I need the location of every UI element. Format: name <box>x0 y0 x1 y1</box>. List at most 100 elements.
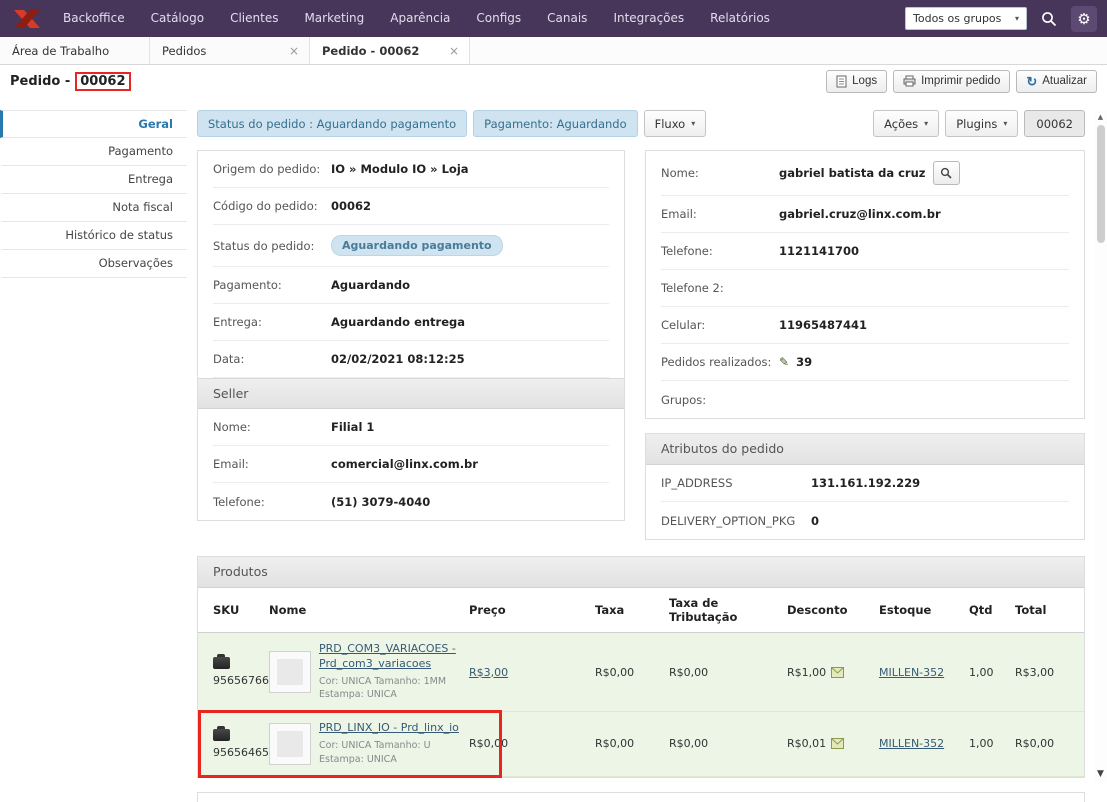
group-select-value: Todos os grupos <box>913 12 1001 25</box>
group-select[interactable]: Todos os grupos ▾ <box>905 7 1027 30</box>
scroll-down-icon[interactable]: ▼ <box>1097 769 1104 779</box>
products-section-header: Produtos <box>198 557 1084 588</box>
nav-item-marketing[interactable]: Marketing <box>291 0 377 37</box>
product-tax-trib: R$0,00 <box>669 666 787 679</box>
tab-label: Pedido - 00062 <box>322 44 419 58</box>
products-table-header: SKU Nome Preço Taxa Taxa de Tributação D… <box>198 588 1084 633</box>
close-icon[interactable]: × <box>449 44 459 58</box>
nav-item-clientes[interactable]: Clientes <box>217 0 291 37</box>
scroll-up-icon[interactable]: ▲ <box>1098 113 1103 121</box>
linx-logo-icon[interactable] <box>10 8 50 30</box>
field-origem-do-pedido: Origem do pedido: IO » Modulo IO » Loja <box>213 151 609 188</box>
nav-item-aparencia[interactable]: Aparência <box>377 0 463 37</box>
col-header-taxa: Taxa <box>595 603 669 617</box>
field-pagamento: Pagamento: Aguardando <box>213 267 609 304</box>
seller-section-header: Seller <box>198 378 624 409</box>
refresh-icon: ↻ <box>1026 75 1037 88</box>
nav-item-integracoes[interactable]: Integrações <box>600 0 697 37</box>
customer-search-button[interactable] <box>933 161 960 185</box>
product-total: R$3,00 <box>1015 666 1084 679</box>
field-seller-email: Email: comercial@linx.com.br <box>213 446 609 483</box>
product-box-icon <box>213 657 230 669</box>
tab-area-de-trabalho[interactable]: Área de Trabalho <box>0 37 150 64</box>
sidebar-item-observacoes[interactable]: Observações <box>0 250 187 278</box>
discount-tag-icon[interactable] <box>831 667 844 678</box>
product-sku: 95656465 <box>213 746 269 759</box>
product-name-link[interactable]: PRD_COM3_VARIACOES - Prd_com3_variacoes <box>319 642 461 672</box>
close-icon[interactable]: × <box>289 44 299 58</box>
nav-item-canais[interactable]: Canais <box>534 0 600 37</box>
field-pedidos-realizados: Pedidos realizados: ✎ 39 <box>661 344 1069 381</box>
plugins-dropdown-button[interactable]: Plugins ▾ <box>945 110 1018 137</box>
product-thumbnail <box>269 723 311 765</box>
top-navbar: Backoffice Catálogo Clientes Marketing A… <box>0 0 1107 37</box>
attributes-section-header: Atributos do pedido <box>646 434 1084 465</box>
product-discount: R$0,01 <box>787 737 826 750</box>
nav-item-configs[interactable]: Configs <box>463 0 534 37</box>
page-title-prefix: Pedido - <box>10 74 70 89</box>
product-stock-link[interactable]: MILLEN-352 <box>879 737 944 750</box>
product-name-link[interactable]: PRD_LINX_IO - Prd_linx_io <box>319 721 461 736</box>
payment-status-button[interactable]: Pagamento: Aguardando <box>473 110 637 137</box>
search-icon <box>940 167 952 179</box>
product-price-link[interactable]: R$3,00 <box>469 666 508 679</box>
print-order-button[interactable]: Imprimir pedido <box>893 70 1010 93</box>
field-cliente-email: Email: gabriel.cruz@linx.com.br <box>661 196 1069 233</box>
col-header-nome: Nome <box>269 603 469 617</box>
nav-item-relatorios[interactable]: Relatórios <box>697 0 783 37</box>
product-variant: Cor: UNICA Tamanho: 1MM Estampa: UNICA <box>319 675 461 703</box>
product-discount: R$1,00 <box>787 666 826 679</box>
field-ip-address: IP_ADDRESS 131.161.192.229 <box>661 465 1069 502</box>
refresh-button[interactable]: ↻ Atualizar <box>1016 70 1097 93</box>
tab-label: Pedidos <box>162 44 206 58</box>
product-qty: 1,00 <box>969 737 1015 750</box>
product-price: R$0,00 <box>469 737 595 750</box>
discount-tag-icon[interactable] <box>831 738 844 749</box>
fluxo-dropdown-button[interactable]: Fluxo ▾ <box>644 110 707 137</box>
product-variant: Cor: UNICA Tamanho: U Estampa: UNICA <box>319 739 461 767</box>
sidebar-item-entrega[interactable]: Entrega <box>0 166 187 194</box>
nav-item-backoffice[interactable]: Backoffice <box>50 0 138 37</box>
page-title: Pedido - 00062 <box>10 72 131 91</box>
products-panel: Produtos SKU Nome Preço Taxa Taxa de Tri… <box>197 556 1085 778</box>
acoes-dropdown-button[interactable]: Ações ▾ <box>873 110 939 137</box>
annotation-box-order-number: 00062 <box>75 72 130 91</box>
tab-pedidos[interactable]: Pedidos × <box>150 37 310 64</box>
product-box-icon <box>213 729 230 741</box>
printer-icon <box>903 75 916 87</box>
col-header-desconto: Desconto <box>787 603 879 617</box>
col-header-preco: Preço <box>469 603 595 617</box>
status-bar: Status do pedido : Aguardando pagamento … <box>197 110 1085 137</box>
col-header-sku: SKU <box>213 603 269 617</box>
logs-button[interactable]: Logs <box>826 70 887 93</box>
order-number-button[interactable]: 00062 <box>1024 110 1085 137</box>
order-status-button[interactable]: Status do pedido : Aguardando pagamento <box>197 110 467 137</box>
chevron-down-icon: ▾ <box>924 120 928 128</box>
document-icon <box>836 75 847 88</box>
product-stock-link[interactable]: MILLEN-352 <box>879 666 944 679</box>
gear-icon[interactable]: ⚙ <box>1071 6 1097 32</box>
field-seller-telefone: Telefone: (51) 3079-4040 <box>213 483 609 520</box>
sidebar-item-nota-fiscal[interactable]: Nota fiscal <box>0 194 187 222</box>
pencil-icon[interactable]: ✎ <box>779 356 789 368</box>
field-cliente-nome: Nome: gabriel batista da cruz <box>661 151 1069 196</box>
product-total: R$0,00 <box>1015 737 1084 750</box>
tab-pedido-00062[interactable]: Pedido - 00062 × <box>310 37 470 64</box>
sidebar-item-historico-de-status[interactable]: Histórico de status <box>0 222 187 250</box>
attributes-panel: Atributos do pedido IP_ADDRESS 131.161.1… <box>645 433 1085 540</box>
tab-label: Área de Trabalho <box>12 44 109 58</box>
chevron-down-icon: ▾ <box>691 120 695 128</box>
next-section-edge <box>197 792 1085 802</box>
title-bar: Pedido - 00062 Logs Imprimir pedido ↻ At… <box>0 65 1107 97</box>
scrollbar-thumb[interactable] <box>1097 125 1105 243</box>
product-qty: 1,00 <box>969 666 1015 679</box>
product-sku: 95656766 <box>213 674 269 687</box>
search-icon[interactable] <box>1039 11 1059 27</box>
vertical-scrollbar[interactable]: ▲ ▼ <box>1094 110 1107 783</box>
sidebar-item-geral[interactable]: Geral <box>0 110 187 138</box>
sidebar-item-pagamento[interactable]: Pagamento <box>0 138 187 166</box>
product-tax: R$0,00 <box>595 737 669 750</box>
order-info-panel: Origem do pedido: IO » Modulo IO » Loja … <box>197 150 625 521</box>
nav-item-catalogo[interactable]: Catálogo <box>138 0 217 37</box>
col-header-estoque: Estoque <box>879 603 969 617</box>
